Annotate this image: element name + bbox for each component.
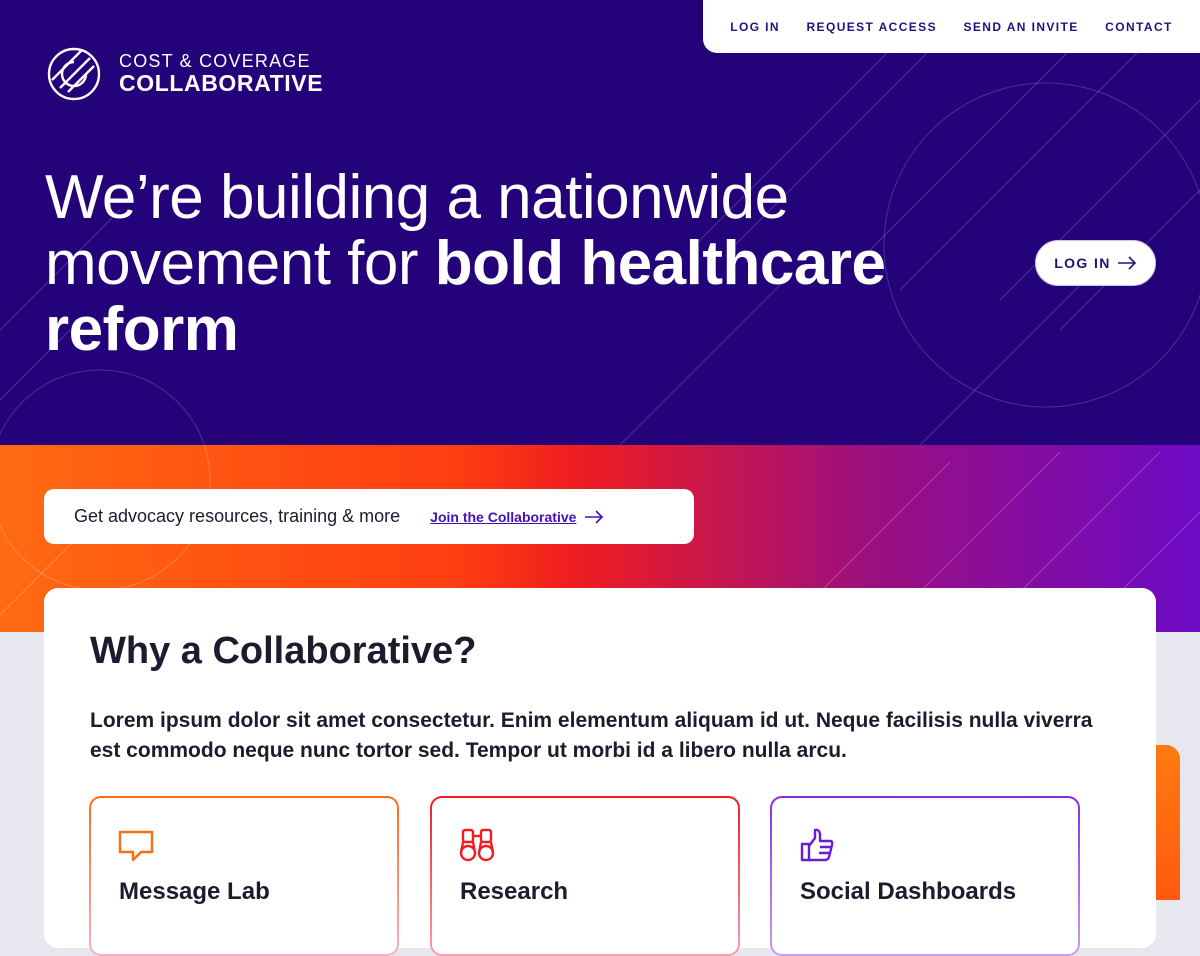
nav-contact[interactable]: CONTACT <box>1105 20 1173 34</box>
speech-bubble-icon <box>118 830 154 862</box>
arrow-right-icon <box>1117 256 1136 270</box>
promo-banner: Get advocacy resources, training & more … <box>44 489 694 544</box>
section-title: Why a Collaborative? <box>90 630 477 672</box>
feature-label: Research <box>460 878 569 905</box>
nav-send-invite[interactable]: SEND AN INVITE <box>964 20 1079 34</box>
logo-mark-icon <box>47 47 101 101</box>
nav-log-in[interactable]: LOG IN <box>730 20 780 34</box>
section-body: Lorem ipsum dolor sit amet consectetur. … <box>90 709 1093 762</box>
feature-card-research[interactable]: Research <box>430 796 740 956</box>
hero-headline: We’re building a nationwide movement for… <box>45 165 1025 363</box>
top-nav: LOG IN REQUEST ACCESS SEND AN INVITE CON… <box>703 0 1200 53</box>
binoculars-icon <box>459 828 495 862</box>
arrow-right-icon <box>585 509 604 524</box>
thumbs-up-icon <box>800 828 834 862</box>
hero-login-button[interactable]: LOG IN <box>1035 240 1156 286</box>
promo-text: Get advocacy resources, training & more <box>74 506 401 526</box>
hero-section: COST & COVERAGE COLLABORATIVE We’re buil… <box>0 0 1200 445</box>
feature-card-message-lab[interactable]: Message Lab <box>89 796 399 956</box>
join-link-label: Join the Collaborative <box>430 508 577 525</box>
feature-label: Message Lab <box>119 878 270 905</box>
feature-card-social-dashboards[interactable]: Social Dashboards <box>770 796 1080 956</box>
feature-label: Social Dashboards <box>800 878 1017 905</box>
brand-name-line1: COST & COVERAGE <box>119 51 311 72</box>
join-collaborative-link[interactable]: Join the Collaborative <box>430 509 604 525</box>
nav-request-access[interactable]: REQUEST ACCESS <box>806 20 937 34</box>
brand-name-line2: COLLABORATIVE <box>119 70 324 97</box>
brand-logo[interactable]: COST & COVERAGE COLLABORATIVE <box>46 44 323 104</box>
hero-login-label: LOG IN <box>1054 255 1111 271</box>
side-accent <box>1156 745 1180 900</box>
why-collaborative-card: Why a Collaborative? Lorem ipsum dolor s… <box>44 588 1156 954</box>
